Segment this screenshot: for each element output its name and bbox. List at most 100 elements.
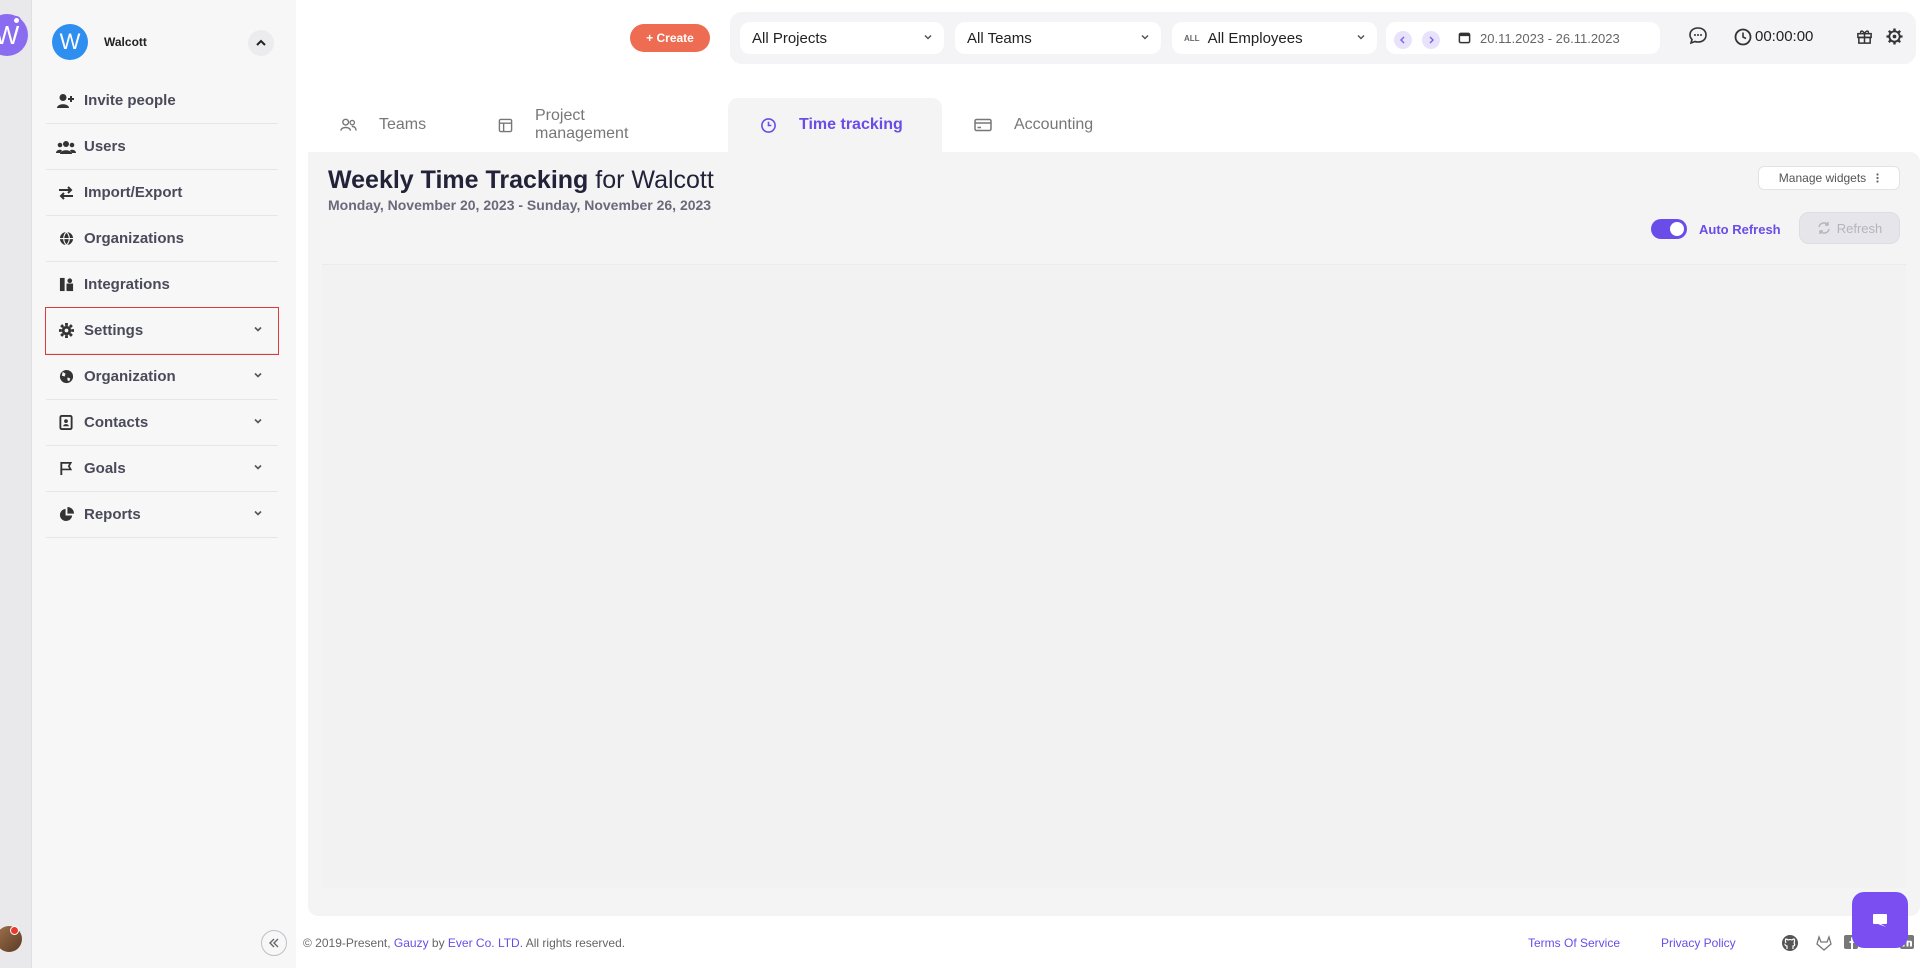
ever-co-link[interactable]: Ever Co. LTD.: [448, 936, 523, 950]
tab-accounting[interactable]: Accounting: [974, 98, 1093, 152]
timer-clock-icon[interactable]: [1734, 28, 1752, 46]
chevron-down-icon: [254, 372, 262, 378]
footer: © 2019-Present, Gauzy by Ever Co. LTD. A…: [303, 934, 1914, 956]
sidebar-item-integrations[interactable]: Integrations: [46, 262, 278, 308]
support-chat-button[interactable]: [1852, 892, 1908, 948]
chevron-down-icon: [254, 510, 262, 516]
chevron-up-icon: [256, 39, 266, 46]
kebab-menu-icon: [1876, 173, 1879, 183]
people-icon: [340, 118, 357, 132]
puzzle-icon: [56, 277, 76, 292]
sidebar-item-invite-people[interactable]: Invite people: [46, 78, 278, 124]
org-collapse-button[interactable]: [248, 30, 274, 56]
manage-widgets-button[interactable]: Manage widgets: [1758, 166, 1900, 190]
org-avatar-letter: W: [59, 29, 81, 54]
collapse-sidebar-button[interactable]: [261, 930, 287, 956]
settings-gear-icon[interactable]: [1886, 28, 1903, 45]
sidebar-item-label: Organization: [84, 368, 176, 385]
timer-display[interactable]: 00:00:00: [1755, 28, 1813, 45]
sidebar-item-label: Import/Export: [84, 184, 183, 201]
globe-icon: [56, 231, 76, 246]
copyright-prefix: © 2019-Present,: [303, 936, 394, 950]
manage-widgets-label: Manage widgets: [1778, 171, 1867, 185]
tab-teams[interactable]: Teams: [340, 98, 426, 152]
tab-time-tracking[interactable]: Time tracking: [728, 98, 942, 152]
org-avatar: W: [52, 24, 88, 60]
employees-select[interactable]: ALL All Employees: [1172, 22, 1377, 54]
calendar-icon: [1458, 32, 1471, 44]
auto-refresh-label: Auto Refresh: [1699, 222, 1781, 237]
chevron-down-icon: [254, 418, 262, 424]
sidebar-item-settings[interactable]: Settings: [45, 307, 279, 355]
gift-icon[interactable]: [1856, 28, 1873, 45]
chat-icon: [1873, 914, 1887, 927]
tab-label: Accounting: [1014, 116, 1094, 133]
tab-project-management[interactable]: Project management: [498, 98, 628, 152]
gitlab-icon[interactable]: [1815, 934, 1833, 952]
sidebar-item-goals[interactable]: Goals: [46, 446, 278, 492]
copyright-by: by: [428, 936, 448, 950]
date-range-picker[interactable]: 20.11.2023 - 26.11.2023: [1386, 22, 1660, 54]
github-icon[interactable]: [1781, 934, 1799, 952]
previous-week-button[interactable]: [1394, 31, 1412, 49]
sidebar-item-label: Settings: [84, 322, 144, 339]
tab-label: Project management: [535, 107, 629, 142]
page-title: Weekly Time Tracking for Walcott: [328, 166, 714, 195]
time-tracking-panel: Weekly Time Tracking for Walcott Monday,…: [308, 152, 1920, 916]
terms-of-service-link[interactable]: Terms Of Service: [1528, 936, 1620, 950]
org-name: Walcott: [104, 35, 147, 49]
swap-arrows-icon: [56, 185, 76, 200]
page-subtitle: Monday, November 20, 2023 - Sunday, Nove…: [328, 197, 712, 213]
sidebar: W Walcott Invite people Users Import/Exp…: [32, 0, 296, 968]
sidebar-item-label: Integrations: [84, 276, 170, 293]
teams-select-value: All Teams: [967, 29, 1032, 47]
globe-filled-icon: [56, 369, 76, 384]
chevron-down-icon: [254, 326, 262, 332]
sidebar-item-label: Invite people: [84, 92, 176, 109]
sidebar-item-import-export[interactable]: Import/Export: [46, 170, 278, 216]
clock-icon: [760, 117, 777, 134]
refresh-button[interactable]: Refresh: [1799, 212, 1900, 244]
sidebar-item-organization[interactable]: Organization: [46, 354, 278, 400]
chevron-down-icon: [924, 34, 932, 40]
chevron-left-icon: [1400, 36, 1405, 44]
user-status-dot: [10, 926, 19, 935]
sidebar-item-label: Organizations: [84, 230, 185, 247]
page-title-rest: for Walcott: [588, 166, 714, 194]
auto-refresh-toggle[interactable]: [1651, 219, 1687, 239]
sidebar-item-label: Reports: [84, 506, 141, 523]
chat-bubble-icon[interactable]: [1688, 26, 1708, 46]
employees-all-tag: ALL: [1184, 33, 1200, 43]
double-chevron-left-icon: [269, 938, 279, 948]
projects-select-value: All Projects: [752, 29, 828, 47]
tab-label: Teams: [379, 116, 427, 133]
gauzy-link[interactable]: Gauzy: [394, 936, 429, 950]
refresh-label: Refresh: [1836, 220, 1883, 236]
refresh-icon: [1817, 221, 1831, 235]
toggle-knob: [1670, 222, 1684, 236]
app-rail: W: [0, 0, 32, 968]
projects-select[interactable]: All Projects: [740, 22, 944, 54]
widgets-area: [322, 264, 1906, 888]
card-icon: [974, 118, 992, 132]
user-plus-icon: [56, 93, 76, 109]
copyright-rights: All rights reserved.: [523, 936, 626, 950]
privacy-policy-link[interactable]: Privacy Policy: [1661, 936, 1736, 950]
employees-select-value: All Employees: [1207, 29, 1303, 47]
copyright: © 2019-Present, Gauzy by Ever Co. LTD. A…: [303, 936, 625, 950]
chevron-down-icon: [1357, 34, 1365, 40]
sidebar-item-reports[interactable]: Reports: [46, 492, 278, 538]
organization-selector[interactable]: W Walcott: [42, 22, 288, 64]
sidebar-item-label: Contacts: [84, 414, 149, 431]
chevron-down-icon: [254, 464, 262, 470]
create-button[interactable]: + Create: [630, 24, 710, 52]
sidebar-item-organizations[interactable]: Organizations: [46, 216, 278, 262]
chevron-down-icon: [1141, 34, 1149, 40]
users-icon: [56, 140, 76, 154]
top-header: + Create All Projects All Teams ALL All …: [296, 0, 1920, 76]
tab-label: Time tracking: [799, 116, 903, 133]
sidebar-item-users[interactable]: Users: [46, 124, 278, 170]
teams-select[interactable]: All Teams: [955, 22, 1161, 54]
sidebar-item-contacts[interactable]: Contacts: [46, 400, 278, 446]
next-week-button[interactable]: [1422, 31, 1440, 49]
